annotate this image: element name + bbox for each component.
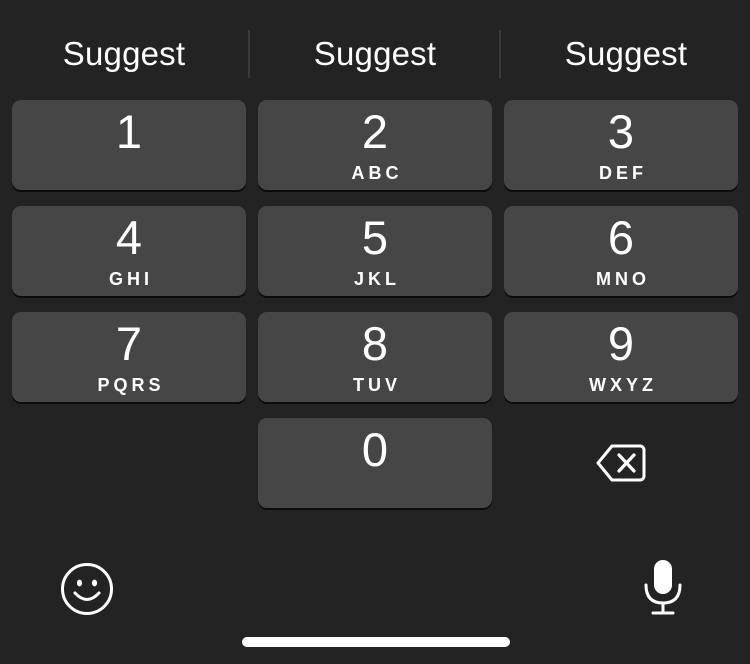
key-digit: 6 bbox=[607, 211, 635, 264]
key-letters: DEF bbox=[599, 163, 647, 183]
key-letters: JKL bbox=[353, 269, 400, 289]
suggestion-divider bbox=[248, 30, 250, 78]
suggestion-1[interactable]: Suggest bbox=[0, 22, 248, 86]
suggestion-3[interactable]: Suggest bbox=[502, 22, 750, 86]
dictation-button[interactable] bbox=[634, 554, 692, 620]
key-7[interactable]: 7 PQRS bbox=[12, 312, 246, 402]
key-9[interactable]: 9 WXYZ bbox=[504, 312, 738, 402]
numeric-keyboard: Suggest Suggest Suggest 1 2 ABC 3 DEF 4 … bbox=[0, 0, 750, 664]
key-1[interactable]: 1 bbox=[12, 100, 246, 190]
key-letters: TUV bbox=[353, 375, 401, 395]
key-letters: ABC bbox=[351, 163, 403, 183]
key-6[interactable]: 6 MNO bbox=[504, 206, 738, 296]
key-letters: PQRS bbox=[97, 375, 165, 395]
suggestion-divider bbox=[499, 30, 501, 78]
suggestion-2[interactable]: Suggest bbox=[251, 22, 499, 86]
emoji-icon bbox=[61, 563, 113, 615]
key-digit: 0 bbox=[361, 423, 389, 476]
home-indicator[interactable] bbox=[242, 637, 510, 647]
key-digit: 3 bbox=[607, 105, 635, 158]
key-digit: 4 bbox=[115, 211, 143, 264]
key-digit: 8 bbox=[361, 317, 389, 370]
suggestion-bar: Suggest Suggest Suggest bbox=[0, 22, 750, 86]
key-2[interactable]: 2 ABC bbox=[258, 100, 492, 190]
key-digit: 7 bbox=[115, 317, 143, 370]
key-3[interactable]: 3 DEF bbox=[504, 100, 738, 190]
key-0[interactable]: 0 bbox=[258, 418, 492, 508]
key-digit: 1 bbox=[115, 105, 143, 158]
key-5[interactable]: 5 JKL bbox=[258, 206, 492, 296]
key-4[interactable]: 4 GHI bbox=[12, 206, 246, 296]
key-8[interactable]: 8 TUV bbox=[258, 312, 492, 402]
microphone-icon bbox=[644, 560, 682, 615]
key-letters: MNO bbox=[596, 269, 650, 289]
backspace-button[interactable] bbox=[504, 418, 738, 508]
key-letters: GHI bbox=[108, 269, 153, 289]
key-letters: WXYZ bbox=[589, 375, 657, 395]
emoji-button[interactable] bbox=[56, 558, 118, 620]
key-digit: 5 bbox=[361, 211, 389, 264]
key-digit: 9 bbox=[607, 317, 635, 370]
key-digit: 2 bbox=[361, 105, 389, 158]
backspace-icon bbox=[596, 444, 646, 482]
